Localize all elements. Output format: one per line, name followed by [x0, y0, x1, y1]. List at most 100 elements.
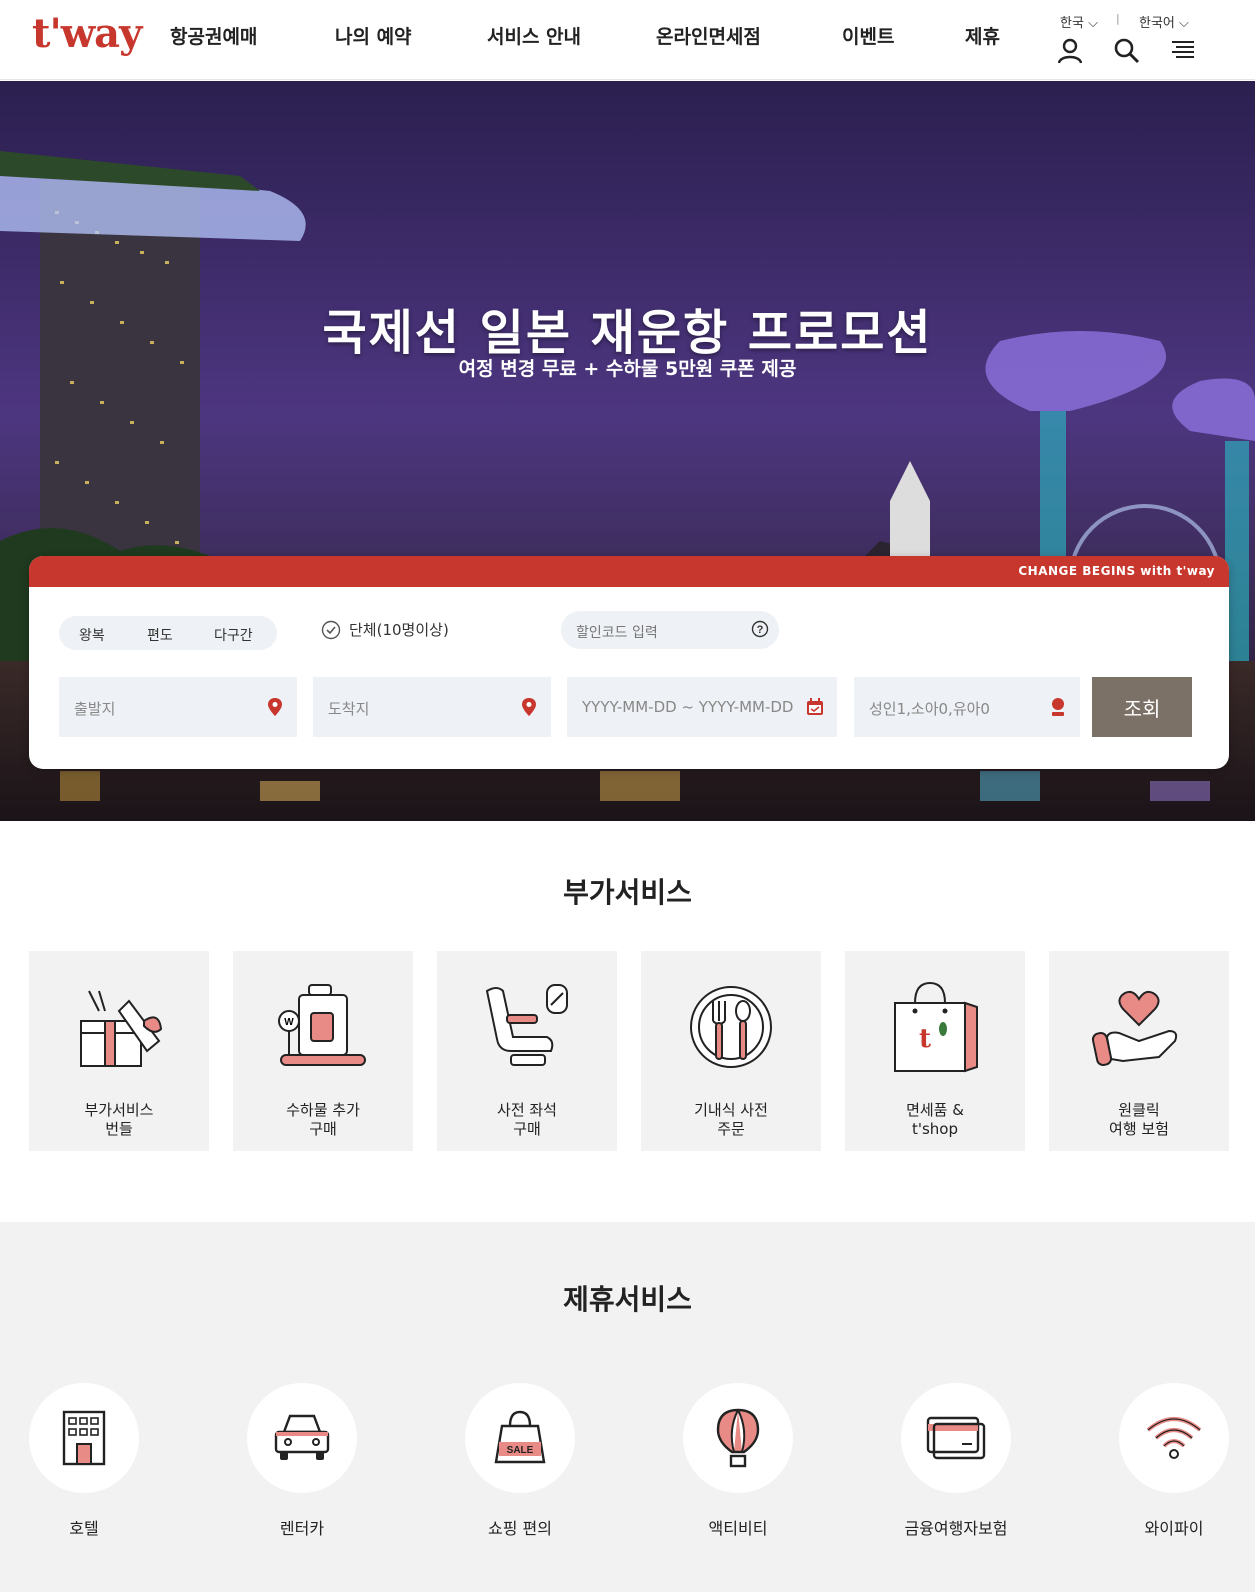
departure-placeholder: 출발지: [74, 700, 116, 718]
addon-label-line2: t'shop: [911, 1120, 959, 1138]
svg-text:t: t: [919, 1024, 931, 1054]
tab-multi-city[interactable]: 다구간: [214, 625, 253, 645]
meal-icon: [690, 986, 772, 1068]
hotel-icon: [62, 1410, 106, 1466]
group-booking-checkbox[interactable]: 단체(10명이상): [321, 619, 449, 640]
addon-baggage-label: 수하물 추가 구매: [233, 1101, 413, 1139]
date-range-field[interactable]: YYYY-MM-DD ~ YYYY-MM-DD: [567, 677, 837, 737]
addon-bundle-card[interactable]: 부가서비스 번들: [29, 951, 209, 1151]
language-select[interactable]: 한국어 ⌵: [1139, 12, 1189, 31]
booking-panel: CHANGE BEGINS with t'way 왕복 편도 다구간 단체(10…: [29, 556, 1229, 769]
addon-label-line1: 수하물 추가: [286, 1101, 360, 1119]
promo-code-input[interactable]: 할인코드 입력 ?: [561, 611, 779, 649]
partner-hotel-label: 호텔: [69, 1519, 99, 1538]
departure-field[interactable]: 출발지: [59, 677, 297, 737]
person-icon: [1052, 698, 1064, 716]
search-flights-button[interactable]: 조회: [1092, 677, 1192, 737]
svg-text:?: ?: [757, 624, 764, 636]
addon-meal-card[interactable]: 기내식 사전 주문: [641, 951, 821, 1151]
nav-flight-booking[interactable]: 항공권예매: [170, 22, 257, 49]
chevron-down-icon: ⌵: [1179, 16, 1189, 31]
location-pin-icon: [268, 698, 282, 716]
trip-type-tabs: 왕복 편도 다구간: [59, 616, 277, 650]
partner-insurance[interactable]: 금융여행자보험: [901, 1383, 1011, 1538]
addon-label-line1: 원클릭: [1118, 1101, 1160, 1119]
nav-duty-free[interactable]: 온라인면세점: [656, 22, 761, 49]
nav-partnership[interactable]: 제휴: [965, 22, 1000, 49]
partner-shopping[interactable]: SALE 쇼핑 편의: [465, 1383, 575, 1538]
addon-insurance-label: 원클릭 여행 보험: [1049, 1101, 1229, 1139]
sale-text: SALE: [507, 1445, 534, 1456]
arrival-placeholder: 도착지: [328, 700, 370, 718]
partner-icon-circle: [247, 1383, 357, 1493]
hamburger-menu-icon[interactable]: [1168, 36, 1198, 66]
heart-hand-icon: [1091, 990, 1178, 1066]
addon-label-line2: 번들: [105, 1120, 133, 1138]
partner-insurance-label: 금융여행자보험: [904, 1519, 1008, 1538]
tway-logo[interactable]: t'way: [32, 10, 142, 57]
gift-box-icon: [80, 990, 163, 1067]
partner-icon-circle: [1119, 1383, 1229, 1493]
addon-dutyfree-label: 면세품 & t'shop: [845, 1101, 1025, 1139]
calendar-icon: [807, 698, 823, 715]
partner-icon-circle: SALE: [465, 1383, 575, 1493]
promo-code-placeholder: 할인코드 입력: [576, 625, 658, 641]
addon-label-line2: 주문: [717, 1120, 745, 1138]
help-icon[interactable]: ?: [751, 620, 769, 638]
nav-event[interactable]: 이벤트: [842, 22, 894, 49]
shopping-bag-icon: t: [894, 981, 978, 1073]
addon-insurance-card[interactable]: 원클릭 여행 보험: [1049, 951, 1229, 1151]
car-icon: [274, 1414, 330, 1460]
addon-seat-card[interactable]: 사전 좌석 구매: [437, 951, 617, 1151]
search-icon[interactable]: [1112, 36, 1142, 66]
wifi-icon: [1146, 1417, 1202, 1459]
addon-label-line1: 면세품 &: [906, 1101, 964, 1119]
chevron-down-icon: ⌵: [1088, 16, 1098, 31]
addon-label-line1: 사전 좌석: [497, 1101, 557, 1119]
group-booking-label: 단체(10명이상): [349, 621, 449, 639]
addon-label-line2: 구매: [309, 1120, 337, 1138]
partner-wifi[interactable]: 와이파이: [1119, 1383, 1229, 1538]
addon-label-line2: 여행 보험: [1109, 1120, 1169, 1138]
addon-baggage-card[interactable]: W 수하물 추가 구매: [233, 951, 413, 1151]
addon-seat-label: 사전 좌석 구매: [437, 1101, 617, 1139]
arrival-field[interactable]: 도착지: [313, 677, 551, 737]
sale-bag-icon: SALE: [494, 1410, 546, 1464]
partner-icon-circle: [29, 1383, 139, 1493]
partner-activity-label: 액티비티: [708, 1519, 768, 1538]
partner-shopping-label: 쇼핑 편의: [488, 1519, 552, 1538]
partner-services-title: 제휴서비스: [563, 1283, 692, 1316]
partner-icon-circle: [901, 1383, 1011, 1493]
nav-service-guide[interactable]: 서비스 안내: [487, 22, 581, 49]
tab-one-way[interactable]: 편도: [147, 625, 173, 645]
addon-services-title: 부가서비스: [563, 876, 692, 909]
addon-bundle-label: 부가서비스 번들: [29, 1101, 209, 1139]
country-select[interactable]: 한국 ⌵: [1060, 12, 1098, 31]
card-icon: [926, 1416, 986, 1460]
partner-rentacar[interactable]: 렌터카: [247, 1383, 357, 1538]
partner-icon-circle: [683, 1383, 793, 1493]
svg-text:W: W: [284, 1017, 294, 1028]
passenger-field[interactable]: 성인1,소아0,유아0: [854, 677, 1080, 737]
site-header: t'way 항공권예매 나의 예약 서비스 안내 온라인면세점 이벤트 제휴 한…: [0, 0, 1255, 80]
partner-rentacar-label: 렌터카: [279, 1519, 325, 1538]
addon-label-line1: 기내식 사전: [694, 1101, 768, 1119]
hero-subtitle: 여정 변경 무료 + 수하물 5만원 쿠폰 제공: [458, 358, 797, 380]
check-circle-icon: [321, 620, 341, 639]
tab-round-trip[interactable]: 왕복: [79, 625, 105, 645]
user-icon[interactable]: [1055, 36, 1085, 66]
booking-header-bar: CHANGE BEGINS with t'way: [29, 556, 1229, 587]
partner-activity[interactable]: 액티비티: [683, 1383, 793, 1538]
date-range-placeholder: YYYY-MM-DD ~ YYYY-MM-DD: [582, 698, 794, 716]
addon-label-line1: 부가서비스: [84, 1101, 154, 1119]
balloon-icon: [716, 1408, 760, 1468]
addon-dutyfree-card[interactable]: t 면세품 & t'shop: [845, 951, 1025, 1151]
seat-icon: [485, 984, 568, 1066]
country-label: 한국: [1060, 16, 1084, 31]
nav-my-reservation[interactable]: 나의 예약: [335, 22, 412, 49]
luggage-icon: W: [278, 984, 366, 1066]
slogan-text: CHANGE BEGINS with t'way: [1018, 564, 1215, 578]
location-pin-icon: [522, 698, 536, 716]
partner-hotel[interactable]: 호텔: [29, 1383, 139, 1538]
partner-wifi-label: 와이파이: [1144, 1519, 1204, 1538]
